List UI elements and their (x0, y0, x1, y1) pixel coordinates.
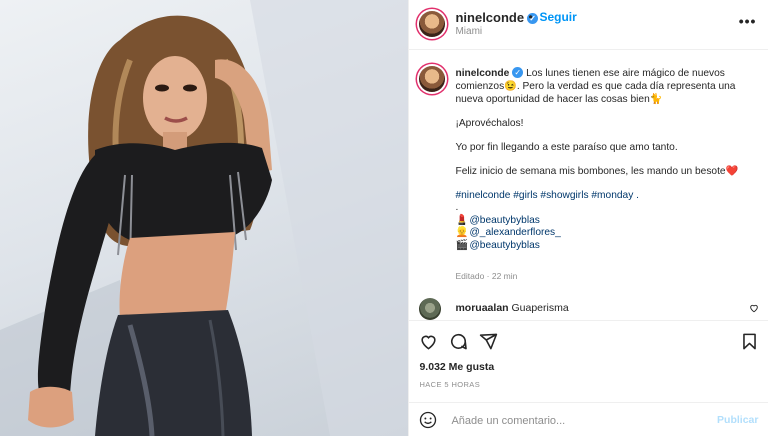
author-username-text[interactable]: ninelconde (455, 10, 524, 25)
comment-text: moruaalan Guaperisma (455, 302, 568, 314)
hairdresser-emoji: 👱 (455, 227, 469, 238)
lipstick-emoji: 💄 (455, 214, 469, 226)
post-caption: ninelconde ✓ Los lunes tienen ese aire má… (455, 67, 755, 252)
credit-handle[interactable]: @_alexanderflores_ (469, 227, 560, 238)
post-photo-illustration (0, 0, 409, 436)
action-bar (409, 325, 768, 359)
bookmark-icon[interactable] (741, 332, 758, 351)
caption-separator: . (455, 202, 459, 213)
comment-input[interactable] (449, 410, 704, 432)
heart-icon[interactable] (419, 332, 438, 351)
instagram-post: ninelconde ✓ • Seguir Miami ••• ninelcond… (0, 0, 768, 436)
more-options-icon[interactable]: ••• (739, 13, 757, 29)
likes-count[interactable]: 9.032 Me gusta (419, 361, 494, 373)
credit-line: 💄@beautybyblas (455, 215, 755, 228)
caption-avatar[interactable] (419, 66, 446, 92)
commenter-username[interactable]: moruaalan (455, 302, 508, 314)
post-location[interactable]: Miami (455, 26, 482, 37)
post-side-panel: ninelconde ✓ • Seguir Miami ••• ninelcond… (409, 0, 768, 436)
caption-text-3: Yo por fin llegando a este paraíso que a… (455, 142, 678, 153)
author-avatar[interactable] (419, 11, 446, 37)
emoji-icon[interactable] (419, 411, 437, 429)
comment-icon[interactable] (449, 332, 468, 351)
publish-button[interactable]: Publicar (717, 414, 758, 426)
credit-line: 👱@_alexanderflores_ (455, 227, 755, 240)
commenter-avatar[interactable] (419, 298, 442, 320)
verified-badge-icon: ✓ (512, 67, 524, 78)
share-icon[interactable] (479, 332, 498, 351)
clapper-emoji: 🎬 (455, 239, 469, 251)
comment-row: moruaalan Guaperisma (419, 298, 759, 320)
author-username[interactable]: ninelconde ✓ (455, 10, 539, 25)
credit-handle[interactable]: @beautybyblas (469, 215, 539, 226)
credit-line: 🎬@beautybyblas (455, 240, 755, 253)
caption-username[interactable]: ninelconde (455, 68, 509, 79)
post-header: ninelconde ✓ • Seguir Miami ••• (409, 0, 768, 50)
credit-handle[interactable]: @beautybyblas (469, 240, 539, 251)
post-photo[interactable] (0, 0, 410, 436)
add-comment-bar: Publicar (409, 402, 768, 437)
edited-timestamp: Editado · 22 min (455, 271, 518, 281)
follow-button[interactable]: Seguir (539, 10, 576, 24)
post-timestamp: HACE 5 HORAS (419, 380, 481, 389)
caption-text-4: Feliz inicio de semana mis bombones, les… (455, 166, 739, 177)
caption-hashtags[interactable]: #ninelconde #girls #showgirls #monday . (455, 189, 755, 202)
comment-body: Guaperisma (511, 302, 569, 314)
header-separator: • (528, 10, 533, 24)
comment-like-heart-icon[interactable] (749, 303, 759, 313)
caption-text-2: ¡Aprovéchalos! (455, 118, 524, 129)
caption-area: ninelconde ✓ Los lunes tienen ese aire má… (409, 50, 768, 321)
